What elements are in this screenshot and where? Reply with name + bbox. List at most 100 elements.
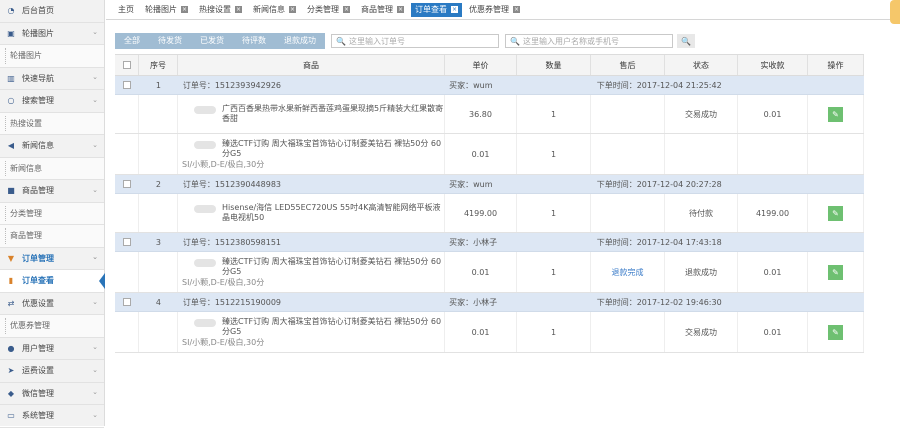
column-header: 操作 xyxy=(808,55,864,75)
order-checkbox[interactable] xyxy=(122,298,131,306)
spacer-cell xyxy=(115,194,139,232)
monitor-icon: ▭ xyxy=(7,411,15,421)
tab-label: 主页 xyxy=(118,5,134,14)
sidebar-item[interactable]: ◆ 微信管理 ⌄ xyxy=(0,383,104,405)
product-name[interactable]: 臻选CTF订购 周大福珠宝首饰钻心订制菱美钻石 裸钻50分 60分G5 xyxy=(222,139,447,159)
buyer-name: 买家：wum xyxy=(449,179,493,189)
edit-icon: ✎ xyxy=(832,109,839,119)
tab-item[interactable]: 主页 xyxy=(114,3,138,17)
sidebar-item[interactable]: 商品管理 xyxy=(0,225,104,248)
chevron-down-icon: ⌄ xyxy=(92,73,98,82)
sidebar-item[interactable]: ▮ 订单查看 xyxy=(0,270,105,293)
sidebar-item[interactable]: ◀ 新闻信息 ⌄ xyxy=(0,135,104,158)
sidebar-item[interactable]: ◔ 后台首页 xyxy=(0,0,104,23)
sidebar-item[interactable]: ▼ 订单管理 ⌄ xyxy=(0,248,104,270)
sidebar-item[interactable]: 热搜设置 xyxy=(0,112,104,135)
product-cell: Hisense/海信 LED55EC720US 55吋4K高清智能网络平板液晶电… xyxy=(178,194,445,232)
buyer-name: 买家：小林子 xyxy=(449,297,498,307)
tab-item[interactable]: 分类管理 × xyxy=(303,3,354,17)
edit-button[interactable]: ✎ xyxy=(828,205,843,221)
paid-amount: 4199.00 xyxy=(738,194,808,232)
product-thumbnail xyxy=(194,140,216,149)
edit-icon: ✎ xyxy=(832,267,839,277)
order-search-input[interactable]: 🔍 这里输入订单号 xyxy=(331,34,499,48)
spacer-cell xyxy=(139,194,178,232)
tab-label: 分类管理 xyxy=(307,5,339,14)
order-item-row: 广西百香果热带水果新鲜西番莲鸡蛋果现摘5斤精装大红果散寄香甜 36.80 1 交易成功… xyxy=(115,95,864,134)
filter-tab[interactable]: 全部 xyxy=(115,33,149,49)
select-all-checkbox[interactable] xyxy=(122,61,131,69)
order-checkbox[interactable] xyxy=(122,238,131,246)
sidebar-item[interactable]: 分类管理 xyxy=(0,202,104,225)
edit-button[interactable]: ✎ xyxy=(828,264,843,280)
edit-button[interactable]: ✎ xyxy=(828,324,843,340)
tab-item[interactable]: 新闻信息 × xyxy=(249,3,300,17)
close-icon[interactable]: × xyxy=(235,6,242,13)
column-header: 实收款 xyxy=(738,55,808,75)
unit-price: 4199.00 xyxy=(445,194,517,232)
product-line: Hisense/海信 LED55EC720US 55吋4K高清智能网络平板液晶电… xyxy=(182,203,447,223)
after-sale-link[interactable]: 退款完成 xyxy=(612,267,644,278)
sidebar-item[interactable]: ⇄ 优惠设置 ⌄ xyxy=(0,293,104,315)
column-header: 数量 xyxy=(517,55,591,75)
close-icon[interactable]: × xyxy=(289,6,296,13)
order-checkbox[interactable] xyxy=(122,180,131,188)
product-line: 臻选CTF订购 周大福珠宝首饰钻心订制菱美钻石 裸钻50分 60分G5 xyxy=(182,139,447,159)
spacer-cell xyxy=(139,134,178,174)
action-cell: ✎ xyxy=(808,194,864,232)
search-button[interactable]: 🔍 xyxy=(677,34,695,48)
product-name[interactable]: 臻选CTF订购 周大福珠宝首饰钻心订制菱美钻石 裸钻50分 60分G5 xyxy=(222,257,447,277)
sidebar-item[interactable]: 轮播图片 xyxy=(0,45,104,68)
tab-item[interactable]: 优惠券管理 × xyxy=(465,3,524,17)
search-circle-icon: ○ xyxy=(7,96,15,106)
chevron-down-icon: ⌄ xyxy=(92,140,98,149)
close-icon[interactable]: × xyxy=(451,6,458,13)
sidebar-item-label: 商品管理 xyxy=(22,186,54,196)
product-name[interactable]: Hisense/海信 LED55EC720US 55吋4K高清智能网络平板液晶电… xyxy=(222,203,447,223)
tab-label: 轮播图片 xyxy=(145,5,177,14)
tab-item[interactable]: 热搜设置 × xyxy=(195,3,246,17)
sidebar-item-label: 商品管理 xyxy=(10,231,42,241)
buyer-name: 买家：wum xyxy=(449,80,493,90)
order-status: 交易成功 xyxy=(665,312,738,352)
spacer-cell xyxy=(115,134,139,174)
sidebar-item[interactable]: ● 用户管理 ⌄ xyxy=(0,338,104,360)
sidebar-item[interactable]: ■ 商品管理 ⌄ xyxy=(0,180,104,203)
close-icon[interactable]: × xyxy=(343,6,350,13)
sidebar-item[interactable]: ▣ 轮播图片 ⌄ xyxy=(0,23,104,45)
side-panel-toggle[interactable] xyxy=(890,0,900,24)
sidebar-item[interactable]: ▭ 系统管理 ⌄ xyxy=(0,405,104,428)
sidebar-item[interactable]: ○ 搜索管理 ⌄ xyxy=(0,90,104,113)
product-line: 臻选CTF订购 周大福珠宝首饰钻心订制菱美钻石 裸钻50分 60分G5 xyxy=(182,317,447,337)
product-sku: SI/小颗,D-E/极白,30分 xyxy=(182,159,265,169)
filter-tab[interactable]: 待评数 xyxy=(233,33,275,49)
sidebar-item[interactable]: ▥ 快速导航 ⌄ xyxy=(0,68,104,90)
order-checkbox[interactable] xyxy=(122,81,131,89)
unit-price: 0.01 xyxy=(445,312,517,352)
tab-item[interactable]: 商品管理 × xyxy=(357,3,408,17)
user-search-input[interactable]: 🔍 这里输入用户名称或手机号 xyxy=(505,34,673,48)
tab-item[interactable]: 订单查看 × xyxy=(411,2,462,17)
tab-label: 订单查看 xyxy=(415,5,447,14)
close-icon[interactable]: × xyxy=(181,6,188,13)
sidebar-item[interactable]: 优惠券管理 xyxy=(0,315,104,338)
close-icon[interactable]: × xyxy=(513,6,520,13)
edit-button[interactable]: ✎ xyxy=(828,106,843,122)
close-icon[interactable]: × xyxy=(397,6,404,13)
filter-tab[interactable]: 已发货 xyxy=(191,33,233,49)
chevron-down-icon: ⌄ xyxy=(92,343,98,352)
product-name[interactable]: 广西百香果热带水果新鲜西番莲鸡蛋果现摘5斤精装大红果散寄香甜 xyxy=(222,104,447,124)
spacer-cell xyxy=(115,252,139,292)
filter-tab[interactable]: 待发货 xyxy=(149,33,191,49)
column-header: 序号 xyxy=(139,55,178,75)
order-time: 下单时间：2017-12-04 17:43:18 xyxy=(596,237,722,247)
product-thumbnail xyxy=(194,318,216,327)
product-cell: 臻选CTF订购 周大福珠宝首饰钻心订制菱美钻石 裸钻50分 60分G5 SI/小颗… xyxy=(178,252,445,292)
sidebar-item[interactable]: 新闻信息 xyxy=(0,157,104,180)
product-cell: 广西百香果热带水果新鲜西番莲鸡蛋果现摘5斤精装大红果散寄香甜 xyxy=(178,95,445,133)
order-search-placeholder: 这里输入订单号 xyxy=(348,36,405,46)
sidebar-item[interactable]: ➤ 运费设置 ⌄ xyxy=(0,360,104,383)
tab-item[interactable]: 轮播图片 × xyxy=(141,3,192,17)
filter-tab[interactable]: 退款成功 xyxy=(275,33,325,49)
product-name[interactable]: 臻选CTF订购 周大福珠宝首饰钻心订制菱美钻石 裸钻50分 60分G5 xyxy=(222,317,447,337)
